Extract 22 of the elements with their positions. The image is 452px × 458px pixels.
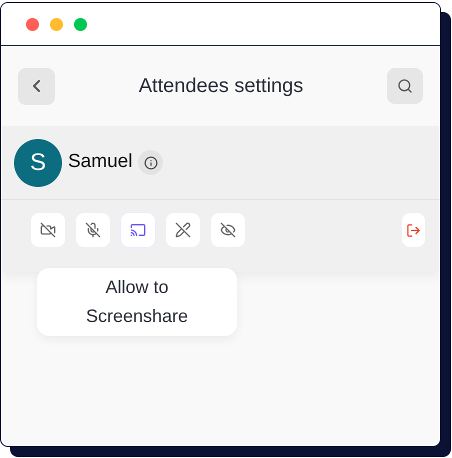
control-button[interactable] [76,213,110,247]
cast-icon [130,222,146,238]
control-button[interactable] [121,213,155,247]
close-control[interactable] [26,18,39,30]
window-title: Attendees settings [138,74,304,99]
mic-off-icon [85,222,101,238]
info-icon[interactable] [138,150,164,175]
attendee-name: Samuel [68,150,132,174]
eye-off-icon [220,222,236,238]
control-button[interactable] [31,213,65,247]
pen-off-icon [175,222,191,238]
tooltip: Allow to Screenshare [37,268,237,336]
control-button[interactable] [166,213,200,247]
avatar: S [14,138,62,186]
chevron-left-icon [33,80,40,92]
back-button[interactable] [18,68,55,104]
exit-icon [406,222,421,238]
control-button[interactable] [211,213,245,247]
camera-off-icon [40,222,56,238]
search-icon [397,78,413,94]
search-button[interactable] [387,68,423,104]
leave-button[interactable] [402,213,425,247]
